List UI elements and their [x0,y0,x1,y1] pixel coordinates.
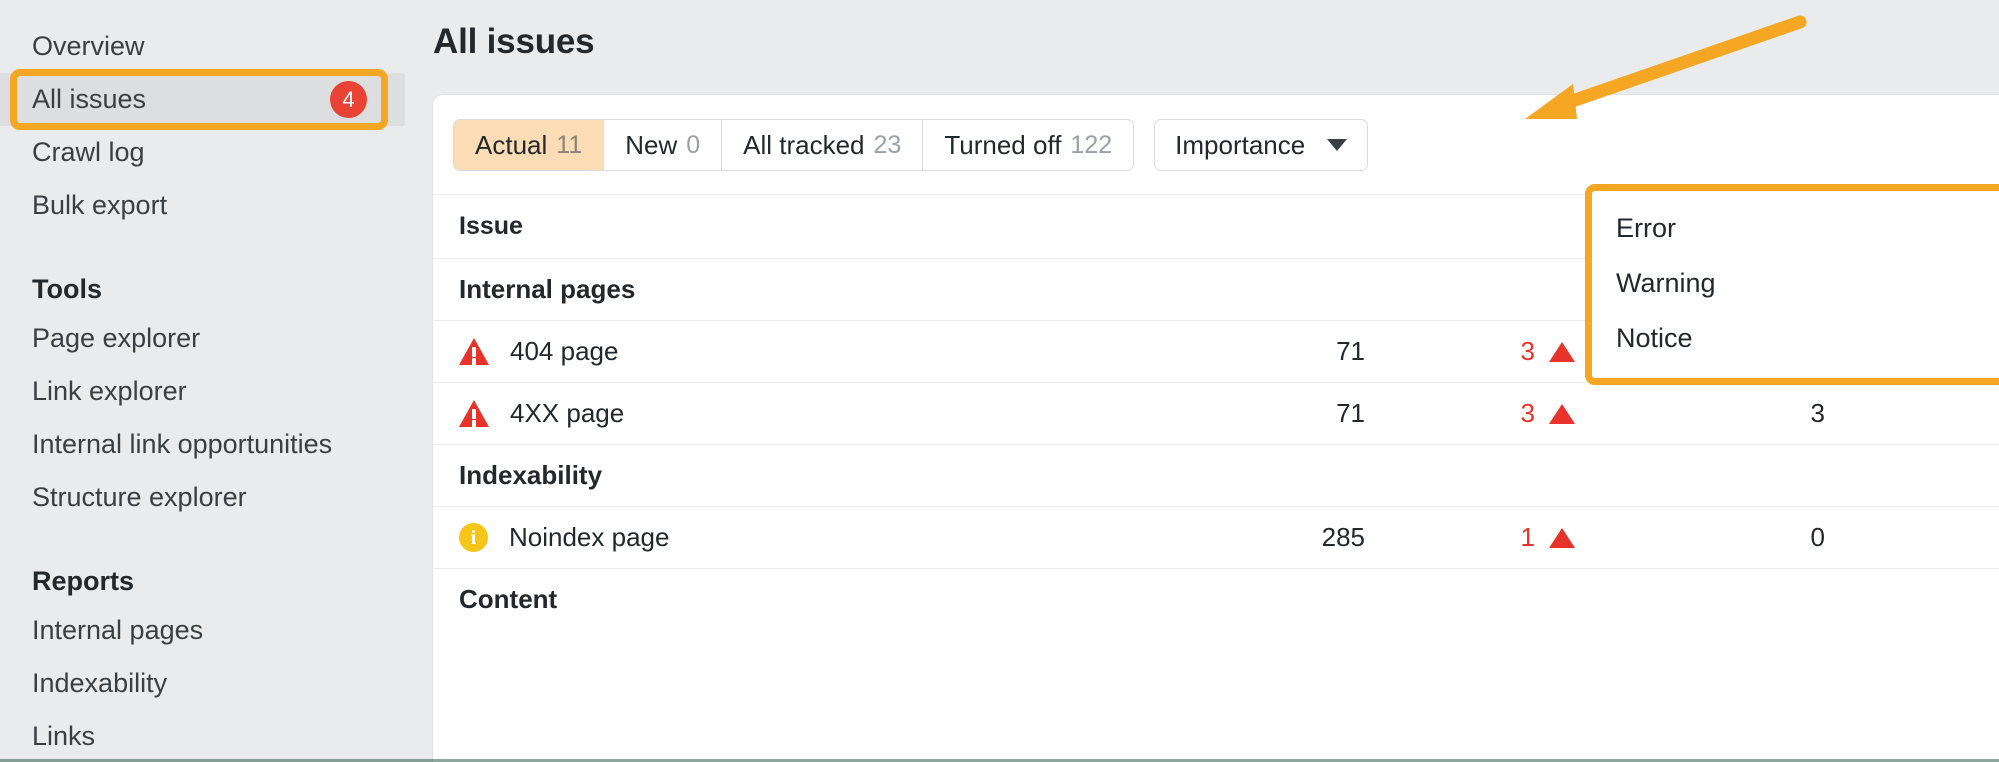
table-group-row: Indexability [433,445,1999,507]
tab-turned-off[interactable]: Turned off 122 [923,120,1133,170]
sidebar-item-links[interactable]: Links [0,710,405,762]
sidebar-item-all-issues[interactable]: All issues 4 [0,73,405,126]
group-label: Content [433,569,1173,631]
sidebar-item-structure-explorer[interactable]: Structure explorer [0,471,405,524]
issue-label[interactable]: Noindex page [509,522,669,553]
sidebar-item-label: Links [32,723,375,750]
dropdown-option-label: Notice [1616,323,1999,354]
sidebar: Overview All issues 4 Crawl log Bulk exp… [0,0,405,762]
sidebar-item-internal-link-opportunities[interactable]: Internal link opportunities [0,418,405,471]
issue-label[interactable]: 4XX page [510,398,624,429]
importance-filter-button[interactable]: Importance [1154,119,1368,171]
chevron-down-icon [1327,139,1347,151]
column-header-issue[interactable]: Issue [433,195,1173,259]
table-row[interactable]: 4XX page 71 3 3 0 [433,383,1999,445]
error-triangle-icon [459,400,489,427]
sidebar-item-internal-pages[interactable]: Internal pages [0,604,405,657]
dropdown-option-error[interactable]: Error 4 [1592,201,1999,256]
tab-count: 11 [556,131,582,160]
issues-card: Actual 11 New 0 All tracked 23 Turned of… [433,95,1999,762]
cell-crawled: 71 [1173,321,1403,383]
importance-dropdown-menu[interactable]: Error 4 Warning 6 Notice 1 [1585,184,1999,385]
cell-change-value: 1 [1521,522,1535,553]
sidebar-item-crawl-log[interactable]: Crawl log [0,126,405,179]
tab-label: All tracked [743,130,864,161]
trend-up-icon [1549,404,1575,424]
trend-up-icon [1549,528,1575,548]
tab-label: Actual [475,130,547,161]
column-header-blank-1 [1173,195,1403,259]
cell-change: 3 [1403,383,1653,445]
issue-label[interactable]: 404 page [510,336,618,367]
dropdown-option-notice[interactable]: Notice 1 [1592,311,1999,366]
dropdown-option-label: Warning [1616,268,1999,299]
sidebar-item-label: Internal link opportunities [32,431,375,458]
tab-all-tracked[interactable]: All tracked 23 [722,120,923,170]
sidebar-item-page-explorer[interactable]: Page explorer [0,312,405,365]
tab-count: 23 [874,131,902,160]
cell-change-value: 3 [1521,336,1535,367]
tab-actual[interactable]: Actual 11 [454,120,604,170]
group-label: Indexability [433,445,1173,507]
notice-info-icon: i [459,523,488,552]
group-label: Internal pages [433,259,1173,321]
main-content: All issues Actual 11 New 0 All tracked 2… [405,0,1999,762]
cell-new: 0 [1903,383,1999,445]
dropdown-option-warning[interactable]: Warning 6 [1592,256,1999,311]
tab-label: New [625,130,677,161]
page-title: All issues [405,0,1999,62]
cell-change: 1 [1403,507,1653,569]
sidebar-item-label: Overview [32,33,375,60]
sidebar-item-label: Internal pages [32,617,375,644]
cell-crawled: 71 [1173,383,1403,445]
sidebar-item-label: Bulk export [32,192,375,219]
sidebar-item-label: Link explorer [32,378,375,405]
cell-crawled: 285 [1173,507,1403,569]
sidebar-item-label: Indexability [32,670,375,697]
tab-new[interactable]: New 0 [604,120,722,170]
cell-change-value: 3 [1521,398,1535,429]
sidebar-section-reports: Reports [0,558,405,604]
all-issues-count-badge: 4 [330,81,367,118]
sidebar-item-indexability[interactable]: Indexability [0,657,405,710]
sidebar-item-overview[interactable]: Overview [0,20,405,73]
sidebar-item-link-explorer[interactable]: Link explorer [0,365,405,418]
filter-bar: Actual 11 New 0 All tracked 23 Turned of… [433,95,1999,194]
sidebar-item-label: Structure explorer [32,484,375,511]
cell-added: 0 [1653,507,1903,569]
dropdown-option-label: Error [1616,213,1999,244]
importance-filter-label: Importance [1175,130,1305,161]
cell-new: 1 [1903,507,1999,569]
trend-up-icon [1549,342,1575,362]
table-row[interactable]: i Noindex page 285 1 0 1 [433,507,1999,569]
tab-label: Turned off [944,130,1061,161]
sidebar-item-label: Page explorer [32,325,375,352]
tab-count: 122 [1070,131,1112,160]
sidebar-item-label: All issues [32,86,330,113]
sidebar-section-tools: Tools [0,266,405,312]
sidebar-item-label: Crawl log [32,139,375,166]
status-tab-group: Actual 11 New 0 All tracked 23 Turned of… [453,119,1134,171]
cell-added: 3 [1653,383,1903,445]
tab-count: 0 [686,131,700,160]
error-triangle-icon [459,338,489,365]
table-group-row: Content [433,569,1999,631]
app-root: Overview All issues 4 Crawl log Bulk exp… [0,0,1999,762]
sidebar-item-bulk-export[interactable]: Bulk export [0,179,405,232]
